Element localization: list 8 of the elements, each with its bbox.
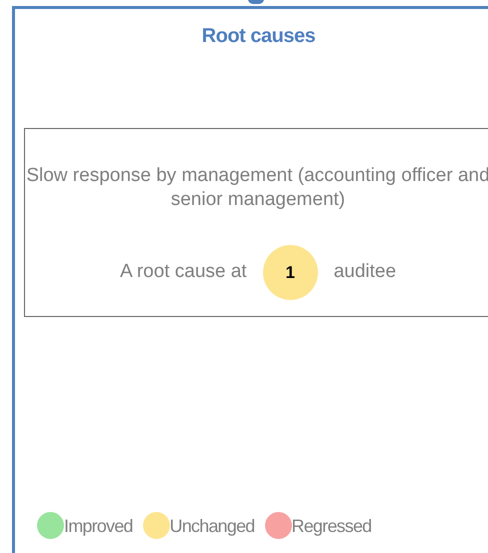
count-suffix: auditee — [334, 260, 396, 284]
count-prefix: A root cause at — [120, 260, 247, 284]
count-badge: 1 — [262, 245, 318, 300]
legend-label: Improved — [64, 515, 133, 538]
cause-description: Slow response by management (accounting officer and senior management) — [25, 164, 488, 212]
panel-title: Root causes — [202, 24, 316, 49]
legend-label: Unchanged — [170, 515, 255, 538]
legend-label: Regressed — [292, 515, 372, 538]
